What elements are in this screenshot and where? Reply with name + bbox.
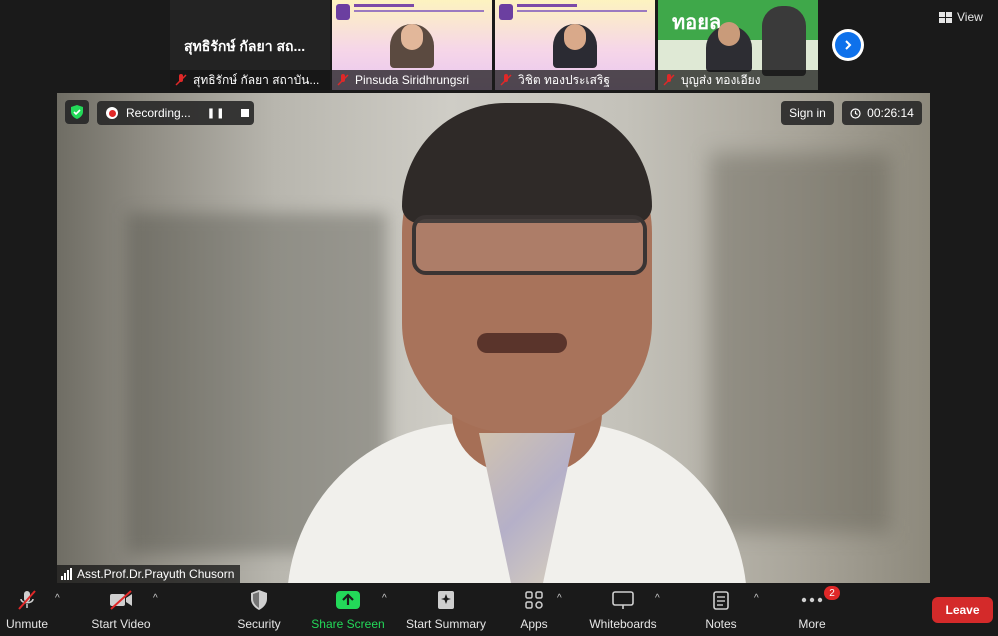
- leave-button[interactable]: Leave: [932, 597, 993, 623]
- gallery-strip: สุทธิรักษ์ กัลยา สถ... สุทธิรักษ์ กัลยา …: [0, 0, 998, 92]
- video-off-icon: [110, 590, 132, 610]
- unmute-button[interactable]: Unmute: [2, 587, 52, 633]
- participant-tile[interactable]: สุทธิรักษ์ กัลยา สถ... สุทธิรักษ์ กัลยา …: [170, 0, 330, 90]
- participant-name: วิชิต ทองประเสริฐ: [518, 72, 610, 87]
- participant-namebar: วิชิต ทองประเสริฐ: [495, 70, 655, 90]
- notes-icon: [713, 591, 729, 610]
- start-video-button[interactable]: Start Video: [88, 587, 154, 633]
- muted-mic-icon: [500, 74, 512, 86]
- apps-label: Apps: [520, 617, 548, 631]
- active-speaker-namebar: Asst.Prof.Dr.Prayuth Chusorn: [57, 565, 241, 583]
- sign-in-button[interactable]: Sign in: [781, 101, 834, 125]
- participant-tile[interactable]: Pinsuda Siridhrungsri: [332, 0, 492, 90]
- encryption-shield-button[interactable]: [65, 100, 89, 124]
- signal-strength-icon: [61, 568, 73, 580]
- start-summary-label: Start Summary: [405, 617, 486, 631]
- notes-label: Notes: [705, 617, 737, 631]
- muted-mic-icon: [337, 74, 349, 86]
- clock-icon: [850, 107, 861, 119]
- whiteboards-options-caret[interactable]: ^: [655, 593, 660, 604]
- apps-options-caret[interactable]: ^: [557, 593, 562, 604]
- participant-namebar: สุทธิรักษ์ กัลยา สถาบัน...: [170, 70, 330, 90]
- whiteboards-label: Whiteboards: [589, 617, 657, 631]
- start-summary-button[interactable]: Start Summary: [404, 587, 488, 633]
- ai-summary-icon: [438, 591, 454, 609]
- whiteboard-icon: [612, 591, 634, 609]
- grid-view-icon: [939, 11, 952, 23]
- apps-icon: [525, 591, 543, 609]
- record-icon: [106, 107, 118, 119]
- active-speaker-name: Asst.Prof.Dr.Prayuth Chusorn: [77, 567, 235, 581]
- chevron-right-icon: [845, 40, 852, 50]
- security-button[interactable]: Security: [234, 587, 284, 633]
- pause-recording-button[interactable]: ❚❚: [207, 108, 226, 119]
- apps-button[interactable]: Apps: [514, 587, 554, 633]
- unmute-label: Unmute: [5, 617, 49, 631]
- shield-icon: [251, 590, 267, 610]
- participant-tile[interactable]: วิชิต ทองประเสริฐ: [495, 0, 655, 90]
- share-options-caret[interactable]: ^: [382, 593, 387, 604]
- slide-logo: [499, 4, 513, 20]
- stop-recording-button[interactable]: [241, 109, 250, 117]
- view-button[interactable]: View: [939, 6, 983, 28]
- recording-indicator: Recording... ❚❚: [97, 101, 254, 125]
- slide-logo: [336, 4, 350, 20]
- more-label: More: [798, 617, 826, 631]
- shield-check-icon: [71, 105, 83, 119]
- recording-label: Recording...: [126, 106, 191, 120]
- timer-value: 00:26:14: [867, 106, 914, 120]
- participant-tile[interactable]: ทอยล บุญส่ง ทองเอียง: [658, 0, 818, 90]
- next-page-button[interactable]: [832, 29, 864, 61]
- glasses: [412, 215, 647, 275]
- video-options-caret[interactable]: ^: [153, 593, 158, 604]
- meeting-timer: 00:26:14: [842, 101, 922, 125]
- start-video-label: Start Video: [91, 617, 151, 631]
- active-speaker-video: [57, 93, 930, 583]
- participant-name: บุญส่ง ทองเอียง: [681, 72, 761, 87]
- view-label: View: [957, 10, 983, 24]
- more-dots-icon: [801, 597, 823, 603]
- participant-namebar: Pinsuda Siridhrungsri: [332, 70, 492, 90]
- whiteboards-button[interactable]: Whiteboards: [586, 587, 660, 633]
- audio-options-caret[interactable]: ^: [55, 593, 60, 604]
- share-screen-icon: [336, 591, 360, 609]
- muted-mic-icon: [663, 74, 675, 86]
- participant-name: Pinsuda Siridhrungsri: [355, 73, 470, 87]
- security-label: Security: [237, 617, 281, 631]
- more-notification-badge: 2: [824, 586, 840, 600]
- muted-microphone-icon: [18, 590, 36, 610]
- participant-name: สุทธิรักษ์ กัลยา สถาบัน...: [193, 72, 320, 87]
- muted-mic-icon: [175, 74, 187, 86]
- notes-options-caret[interactable]: ^: [754, 593, 759, 604]
- share-screen-label: Share Screen: [311, 617, 385, 631]
- participant-namebar: บุญส่ง ทองเอียง: [658, 70, 818, 90]
- meeting-toolbar: Unmute ^ Start Video ^ Security Share Sc…: [0, 583, 998, 636]
- participant-display-name: สุทธิรักษ์ กัลยา สถ...: [184, 38, 306, 54]
- share-screen-button[interactable]: Share Screen: [310, 587, 386, 633]
- notes-button[interactable]: Notes: [702, 587, 740, 633]
